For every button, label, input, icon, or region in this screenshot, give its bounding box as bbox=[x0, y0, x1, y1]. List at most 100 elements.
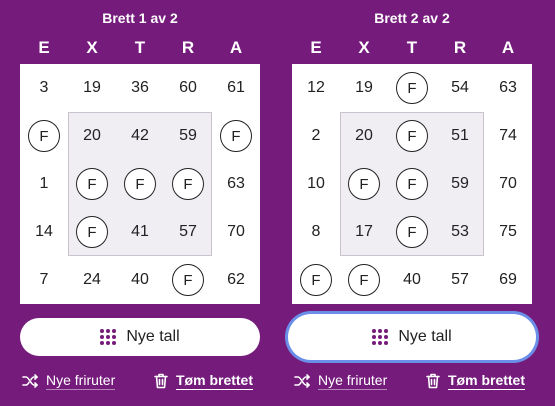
new-free-squares-label: Nye friruter bbox=[46, 372, 116, 390]
number-cell[interactable]: 61 bbox=[212, 64, 260, 112]
number-cell[interactable]: 51 bbox=[436, 112, 484, 160]
free-marker: F bbox=[348, 264, 380, 296]
letter-a: A bbox=[229, 38, 243, 57]
shuffle-icon bbox=[22, 374, 38, 388]
number-cell[interactable]: 2 bbox=[292, 112, 340, 160]
free-marker: F bbox=[396, 72, 428, 104]
number-cell[interactable]: 40 bbox=[388, 256, 436, 304]
free-marker: F bbox=[28, 120, 60, 152]
free-marker: F bbox=[76, 168, 108, 200]
free-marker: F bbox=[396, 168, 428, 200]
new-numbers-label: Nye tall bbox=[398, 328, 452, 345]
number-cell[interactable]: 62 bbox=[212, 256, 260, 304]
shuffle-icon bbox=[294, 374, 310, 388]
grid-dots-icon bbox=[372, 329, 389, 345]
number-cell[interactable]: 3 bbox=[20, 64, 68, 112]
number-cell[interactable]: 70 bbox=[212, 208, 260, 256]
free-marker: F bbox=[124, 168, 156, 200]
free-marker: F bbox=[220, 120, 252, 152]
number-cell[interactable]: 69 bbox=[484, 256, 532, 304]
number-cell[interactable]: 19 bbox=[68, 64, 116, 112]
board-title: Brett 1 av 2 bbox=[102, 10, 178, 26]
grid-dots-icon bbox=[100, 329, 117, 345]
trash-icon bbox=[154, 373, 168, 389]
free-cell[interactable]: F bbox=[388, 208, 436, 256]
number-cell[interactable]: 53 bbox=[436, 208, 484, 256]
clear-board-label: Tøm brettet bbox=[176, 372, 253, 390]
number-cell[interactable]: 75 bbox=[484, 208, 532, 256]
board-actions: Nye friruter Tøm brettet bbox=[20, 372, 260, 396]
free-marker: F bbox=[172, 168, 204, 200]
extra-letters: E X T R A bbox=[20, 38, 260, 60]
bingo-grid: 3 19 36 60 61 F 20 42 59 F 1 F F F 63 14 F 41 57 70 7 24 40 F 62 bbox=[20, 64, 260, 304]
free-marker: F bbox=[76, 216, 108, 248]
number-cell[interactable]: 20 bbox=[340, 112, 388, 160]
board-actions: Nye friruter Tøm brettet bbox=[292, 372, 532, 396]
number-cell[interactable]: 57 bbox=[164, 208, 212, 256]
new-numbers-label: Nye tall bbox=[126, 328, 180, 345]
number-cell[interactable]: 36 bbox=[116, 64, 164, 112]
number-cell[interactable]: 63 bbox=[484, 64, 532, 112]
letter-a: A bbox=[501, 38, 515, 57]
free-cell[interactable]: F bbox=[164, 160, 212, 208]
new-numbers-button[interactable]: Nye tall bbox=[288, 314, 536, 360]
free-marker: F bbox=[396, 120, 428, 152]
number-cell[interactable]: 54 bbox=[436, 64, 484, 112]
number-cell[interactable]: 1 bbox=[20, 160, 68, 208]
number-cell[interactable]: 60 bbox=[164, 64, 212, 112]
free-cell[interactable]: F bbox=[20, 112, 68, 160]
extra-letters: E X T R A bbox=[292, 38, 532, 60]
clear-board-link[interactable]: Tøm brettet bbox=[154, 372, 253, 390]
letter-r: R bbox=[453, 38, 467, 57]
free-cell[interactable]: F bbox=[292, 256, 340, 304]
number-cell[interactable]: 14 bbox=[20, 208, 68, 256]
number-cell[interactable]: 24 bbox=[68, 256, 116, 304]
number-cell[interactable]: 41 bbox=[116, 208, 164, 256]
number-cell[interactable]: 12 bbox=[292, 64, 340, 112]
number-cell[interactable]: 57 bbox=[436, 256, 484, 304]
letter-x: X bbox=[358, 38, 370, 57]
number-cell[interactable]: 10 bbox=[292, 160, 340, 208]
free-cell[interactable]: F bbox=[212, 112, 260, 160]
letter-x: X bbox=[86, 38, 98, 57]
free-cell[interactable]: F bbox=[68, 160, 116, 208]
new-free-squares-link[interactable]: Nye friruter bbox=[294, 372, 388, 390]
bingo-grid: 12 19 F 54 63 2 20 F 51 74 10 F F 59 70 8 17 F 53 75 F F 40 57 6… bbox=[292, 64, 532, 304]
free-cell[interactable]: F bbox=[116, 160, 164, 208]
free-marker: F bbox=[300, 264, 332, 296]
trash-icon bbox=[426, 373, 440, 389]
number-cell[interactable]: 42 bbox=[116, 112, 164, 160]
free-cell[interactable]: F bbox=[68, 208, 116, 256]
free-marker: F bbox=[348, 168, 380, 200]
number-cell[interactable]: 7 bbox=[20, 256, 68, 304]
new-numbers-button[interactable]: Nye tall bbox=[20, 318, 260, 356]
new-free-squares-label: Nye friruter bbox=[318, 372, 388, 390]
number-cell[interactable]: 74 bbox=[484, 112, 532, 160]
number-cell[interactable]: 19 bbox=[340, 64, 388, 112]
letter-t: T bbox=[406, 38, 418, 57]
letter-r: R bbox=[181, 38, 195, 57]
free-cell[interactable]: F bbox=[388, 64, 436, 112]
free-marker: F bbox=[396, 216, 428, 248]
free-cell[interactable]: F bbox=[388, 160, 436, 208]
number-cell[interactable]: 59 bbox=[164, 112, 212, 160]
free-cell[interactable]: F bbox=[340, 256, 388, 304]
number-cell[interactable]: 63 bbox=[212, 160, 260, 208]
free-cell[interactable]: F bbox=[388, 112, 436, 160]
number-cell[interactable]: 40 bbox=[116, 256, 164, 304]
number-cell[interactable]: 20 bbox=[68, 112, 116, 160]
letter-t: T bbox=[134, 38, 146, 57]
new-free-squares-link[interactable]: Nye friruter bbox=[22, 372, 116, 390]
free-marker: F bbox=[172, 264, 204, 296]
letter-e: E bbox=[38, 38, 50, 57]
letter-e: E bbox=[310, 38, 322, 57]
clear-board-link[interactable]: Tøm brettet bbox=[426, 372, 525, 390]
number-cell[interactable]: 17 bbox=[340, 208, 388, 256]
number-cell[interactable]: 8 bbox=[292, 208, 340, 256]
clear-board-label: Tøm brettet bbox=[448, 372, 525, 390]
board-title: Brett 2 av 2 bbox=[374, 10, 450, 26]
number-cell[interactable]: 59 bbox=[436, 160, 484, 208]
free-cell[interactable]: F bbox=[340, 160, 388, 208]
number-cell[interactable]: 70 bbox=[484, 160, 532, 208]
free-cell[interactable]: F bbox=[164, 256, 212, 304]
